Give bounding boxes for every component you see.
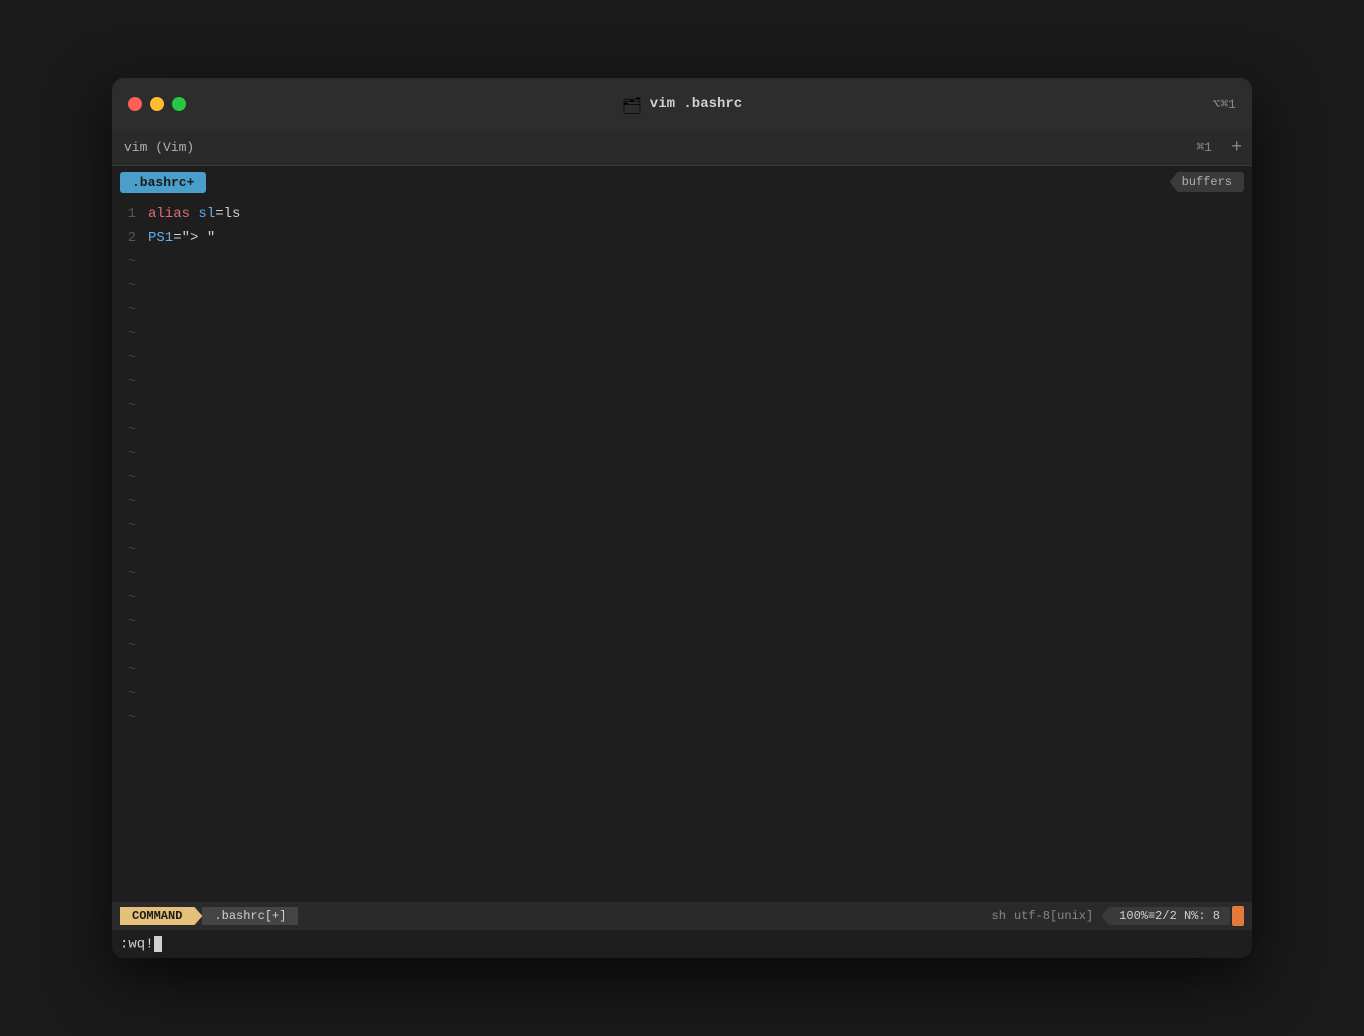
tilde-line: ~ [112, 394, 1252, 418]
line-content-1: alias sl=ls [148, 202, 240, 226]
command-line[interactable]: :wq! [112, 930, 1252, 958]
tilde-line: ~ [112, 586, 1252, 610]
tilde-line: ~ [112, 322, 1252, 346]
close-button[interactable] [128, 97, 142, 111]
tilde-line: ~ [112, 370, 1252, 394]
maximize-button[interactable] [172, 97, 186, 111]
tilde-line: ~ [112, 490, 1252, 514]
traffic-lights [128, 97, 186, 111]
tilde-line: ~ [112, 298, 1252, 322]
tilde-line: ~ [112, 634, 1252, 658]
line-content-2: PS1="> " [148, 226, 215, 250]
editor-area[interactable]: .bashrc+ buffers 1 alias sl=ls 2 PS1="> … [112, 166, 1252, 902]
line-number-2: 2 [112, 226, 148, 250]
folder-icon: 🗂 [622, 96, 642, 112]
window-title: vim .bashrc [650, 96, 742, 112]
tilde-line: ~ [112, 682, 1252, 706]
file-tab[interactable]: .bashrc+ [120, 172, 206, 193]
vim-window: 🗂 vim .bashrc ⌥⌘1 vim (Vim) ⌘1 + .bashrc… [112, 78, 1252, 958]
line-number-1: 1 [112, 202, 148, 226]
status-filetype: sh [992, 909, 1006, 923]
titlebar: 🗂 vim .bashrc ⌥⌘1 [112, 78, 1252, 130]
titlebar-center: 🗂 vim .bashrc [622, 96, 742, 112]
tab-shortcut: ⌘1 [1196, 140, 1212, 155]
cursor [154, 936, 162, 952]
tilde-line: ~ [112, 250, 1252, 274]
tilde-line: ~ [112, 610, 1252, 634]
titlebar-shortcut: ⌥⌘1 [1213, 97, 1236, 112]
code-line-1: 1 alias sl=ls [112, 202, 1252, 226]
tilde-line: ~ [112, 466, 1252, 490]
tilde-line: ~ [112, 706, 1252, 730]
code-line-2: 2 PS1="> " [112, 226, 1252, 250]
tilde-line: ~ [112, 562, 1252, 586]
new-tab-button[interactable]: + [1231, 138, 1242, 158]
tilde-line: ~ [112, 442, 1252, 466]
cmdline-text: :wq! [120, 936, 162, 953]
status-encoding: utf-8[unix] [1014, 909, 1093, 923]
tilde-line: ~ [112, 658, 1252, 682]
tilde-line: ~ [112, 418, 1252, 442]
status-filename: .bashrc[+] [202, 907, 298, 925]
status-position: 100%≡2/2 N%: 8 [1101, 907, 1230, 925]
tilde-line: ~ [112, 274, 1252, 298]
cmdline-input: :wq! [120, 936, 154, 952]
tilde-line: ~ [112, 538, 1252, 562]
code-area[interactable]: 1 alias sl=ls 2 PS1="> " ~ ~ ~ ~ ~ ~ ~ ~… [112, 198, 1252, 902]
tabbar: vim (Vim) ⌘1 + [112, 130, 1252, 166]
tab-label: vim (Vim) [124, 140, 194, 155]
vim-mode: COMMAND [120, 907, 202, 925]
editor-header: .bashrc+ buffers [112, 166, 1252, 198]
status-indicator [1232, 906, 1244, 926]
tilde-line: ~ [112, 346, 1252, 370]
statusbar: COMMAND .bashrc[+] sh utf-8[unix] 100%≡2… [112, 902, 1252, 930]
tilde-line: ~ [112, 514, 1252, 538]
minimize-button[interactable] [150, 97, 164, 111]
buffers-button[interactable]: buffers [1170, 172, 1244, 192]
